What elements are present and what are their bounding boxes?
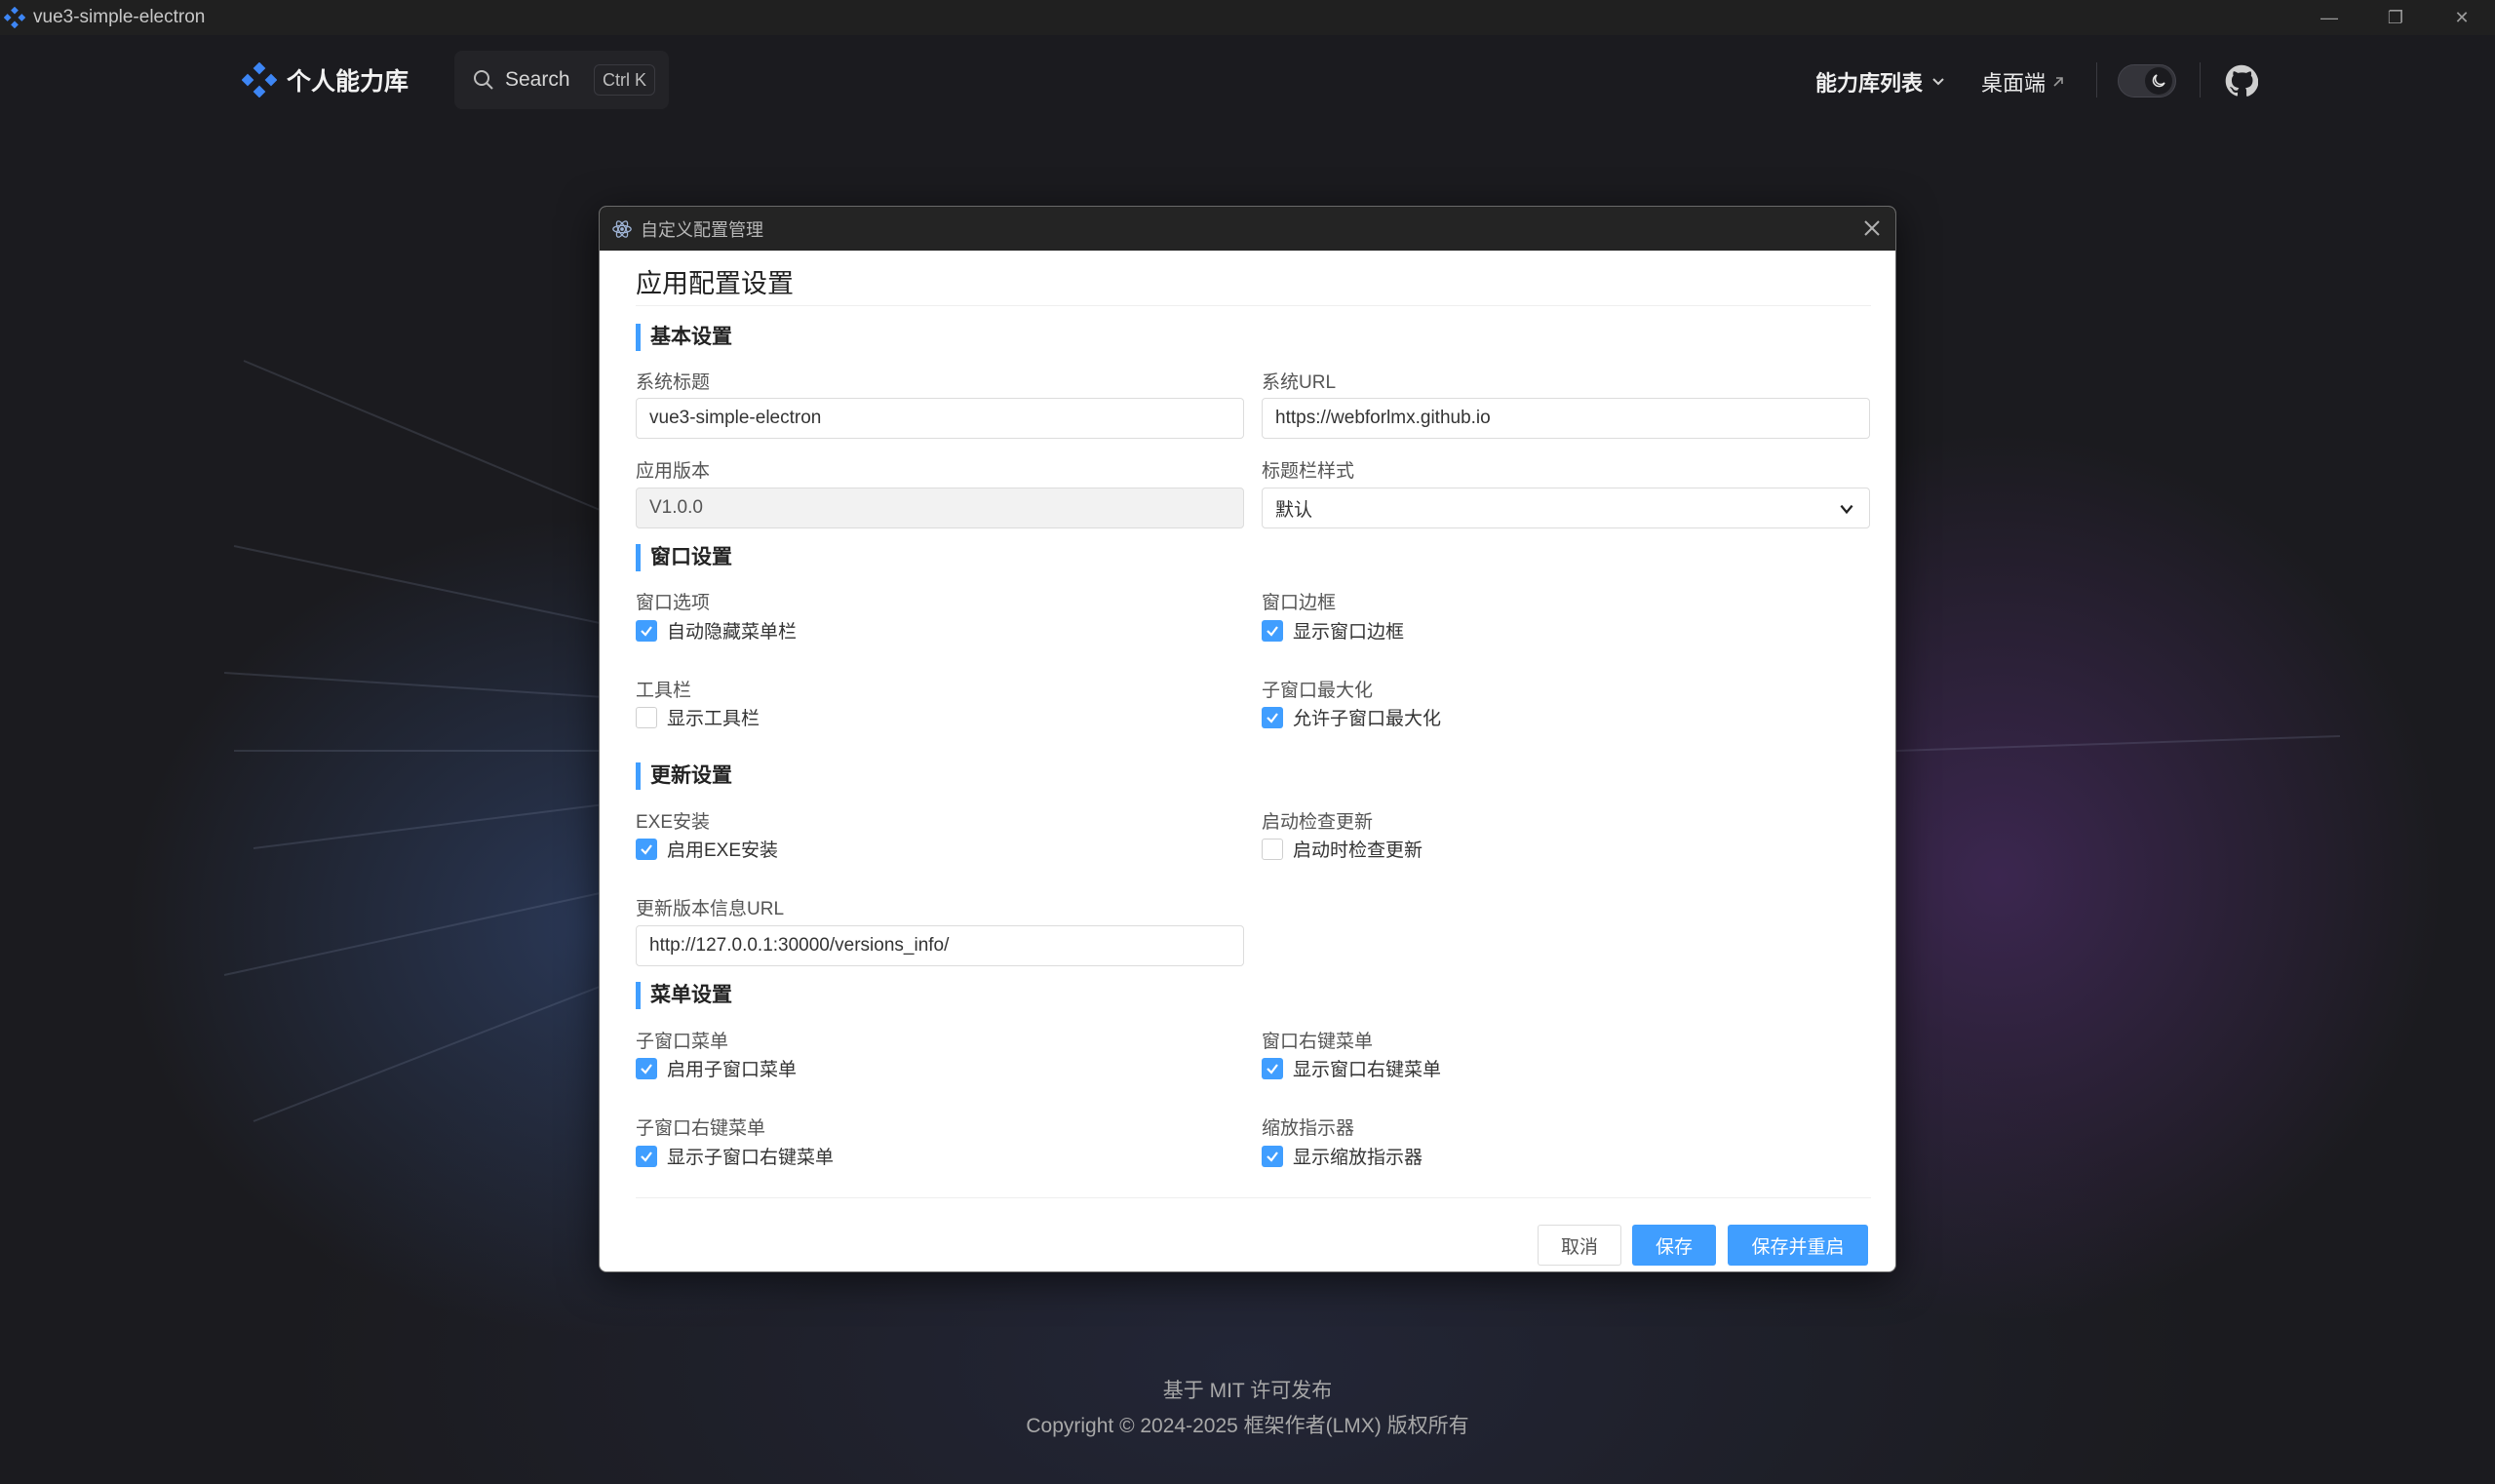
zoom-indicator-label: 缩放指示器 — [1262, 1118, 1355, 1139]
search-shortcut: Ctrl K — [594, 64, 655, 96]
enable-exe-label: 启用EXE安装 — [667, 840, 779, 861]
chevron-down-icon — [1840, 504, 1853, 515]
theme-toggle[interactable] — [2118, 64, 2176, 98]
enable-child-menu-checkbox[interactable]: 启用子窗口菜单 — [636, 1055, 797, 1081]
enable-exe-checkbox[interactable]: 启用EXE安装 — [636, 836, 778, 862]
app-version-input: V1.0.0 — [636, 488, 1244, 528]
startup-check-option-label: 启动时检查更新 — [1293, 840, 1423, 861]
auto-hide-menu-checkbox[interactable]: 自动隐藏菜单栏 — [636, 617, 797, 644]
version-url-input[interactable]: http://127.0.0.1:30000/versions_info/ — [636, 925, 1244, 966]
divider — [636, 1197, 1871, 1198]
library-list-menu[interactable]: 能力库列表 — [1815, 66, 1946, 98]
license-text: 基于 MIT 许可发布 — [1162, 1380, 1333, 1402]
library-list-label: 能力库列表 — [1815, 71, 1924, 96]
show-context-menu-checkbox[interactable]: 显示窗口右键菜单 — [1262, 1055, 1441, 1081]
brand-logo-icon — [242, 62, 277, 98]
config-dialog: 自定义配置管理 应用配置设置 基本设置 系统标题 vue3-simple-ele… — [599, 206, 1896, 1272]
chevron-down-icon — [1932, 78, 1944, 86]
os-window-title: vue3-simple-electron — [33, 7, 206, 27]
search-button[interactable]: Search Ctrl K — [454, 51, 669, 109]
show-child-context-label: 显示子窗口右键菜单 — [667, 1148, 835, 1168]
dialog-titlebar: 自定义配置管理 — [600, 207, 1895, 251]
window-border-label: 窗口边框 — [1262, 593, 1337, 613]
show-child-context-checkbox[interactable]: 显示子窗口右键菜单 — [636, 1143, 834, 1169]
save-button[interactable]: 保存 — [1632, 1225, 1716, 1266]
desktop-link-label: 桌面端 — [1981, 71, 2047, 96]
electron-icon — [612, 219, 632, 238]
titlebar-style-select[interactable]: 默认 — [1262, 488, 1870, 528]
section-title-update: 更新设置 — [636, 762, 732, 790]
theme-knob — [2145, 67, 2172, 95]
cancel-button[interactable]: 取消 — [1538, 1225, 1621, 1266]
checkbox-checked-icon — [636, 619, 657, 642]
system-title-input[interactable]: vue3-simple-electron — [636, 398, 1244, 439]
startup-check-checkbox[interactable]: 启动时检查更新 — [1262, 836, 1423, 862]
moon-icon — [2152, 74, 2165, 88]
top-nav: 个人能力库 Search Ctrl K 能力库列表 桌面端 — [0, 35, 2495, 125]
enable-child-menu-label: 启用子窗口菜单 — [667, 1060, 798, 1080]
checkbox-checked-icon — [1262, 619, 1283, 642]
exe-install-label: EXE安装 — [636, 812, 711, 833]
system-title-label: 系统标题 — [636, 372, 711, 393]
titlebar-style-label: 标题栏样式 — [1262, 461, 1355, 482]
checkbox-checked-icon — [636, 1145, 657, 1167]
close-icon: ✕ — [2454, 7, 2470, 27]
window-close-button[interactable]: ✕ — [2429, 0, 2495, 35]
show-border-label: 显示窗口边框 — [1293, 622, 1405, 643]
nav-divider — [2200, 62, 2201, 98]
checkbox-checked-icon — [1262, 706, 1283, 728]
system-url-input[interactable]: https://webforlmx.github.io — [1262, 398, 1870, 439]
child-context-label: 子窗口右键菜单 — [636, 1118, 766, 1139]
titlebar-style-value: 默认 — [1275, 499, 1313, 521]
checkbox-checked-icon — [636, 1057, 657, 1079]
brand-link[interactable]: 个人能力库 — [242, 62, 409, 98]
section-title-basic: 基本设置 — [636, 324, 732, 351]
checkbox-unchecked-icon — [636, 706, 657, 728]
system-url-label: 系统URL — [1262, 372, 1337, 393]
show-zoom-indicator-checkbox[interactable]: 显示缩放指示器 — [1262, 1143, 1423, 1169]
section-title-menu: 菜单设置 — [636, 982, 732, 1009]
brand-name: 个人能力库 — [287, 68, 409, 96]
divider — [636, 305, 1871, 306]
nav-divider — [2096, 62, 2097, 98]
child-menu-label: 子窗口菜单 — [636, 1032, 729, 1052]
restore-button[interactable]: ❐ — [2362, 0, 2429, 35]
show-context-menu-label: 显示窗口右键菜单 — [1293, 1060, 1442, 1080]
checkbox-checked-icon — [1262, 1145, 1283, 1167]
os-titlebar: vue3-simple-electron — ❐ ✕ — [0, 0, 2495, 35]
startup-check-label: 启动检查更新 — [1262, 812, 1374, 833]
allow-child-max-label: 允许子窗口最大化 — [1293, 709, 1442, 729]
show-border-checkbox[interactable]: 显示窗口边框 — [1262, 617, 1404, 644]
search-icon — [474, 70, 493, 90]
context-menu-label: 窗口右键菜单 — [1262, 1032, 1374, 1052]
panel-title: 应用配置设置 — [636, 269, 794, 298]
window-options-label: 窗口选项 — [636, 593, 711, 613]
search-label: Search — [505, 68, 570, 91]
version-url-label: 更新版本信息URL — [636, 899, 785, 919]
show-toolbar-label: 显示工具栏 — [667, 709, 760, 729]
dialog-close-icon[interactable] — [1860, 216, 1884, 240]
minimize-button[interactable]: — — [2296, 0, 2362, 35]
checkbox-unchecked-icon — [1262, 838, 1283, 860]
auto-hide-menu-label: 自动隐藏菜单栏 — [667, 622, 798, 643]
checkbox-checked-icon — [636, 838, 657, 860]
github-icon[interactable] — [2225, 64, 2258, 98]
dialog-window-title: 自定义配置管理 — [641, 219, 763, 240]
minimize-icon: — — [2320, 7, 2338, 27]
show-toolbar-checkbox[interactable]: 显示工具栏 — [636, 704, 760, 730]
desktop-link[interactable]: 桌面端 — [1981, 66, 2065, 98]
child-max-label: 子窗口最大化 — [1262, 681, 1374, 701]
allow-child-max-checkbox[interactable]: 允许子窗口最大化 — [1262, 704, 1441, 730]
toolbar-label: 工具栏 — [636, 681, 692, 701]
section-title-window: 窗口设置 — [636, 544, 732, 571]
copyright-text: Copyright © 2024-2025 框架作者(LMX) 版权所有 — [1026, 1415, 1469, 1437]
restore-icon: ❐ — [2387, 7, 2404, 27]
external-link-icon — [2053, 77, 2063, 87]
app-version-label: 应用版本 — [636, 461, 711, 482]
app-logo-icon — [4, 7, 25, 28]
checkbox-checked-icon — [1262, 1057, 1283, 1079]
save-restart-button[interactable]: 保存并重启 — [1728, 1225, 1868, 1266]
show-zoom-indicator-label: 显示缩放指示器 — [1293, 1148, 1423, 1168]
